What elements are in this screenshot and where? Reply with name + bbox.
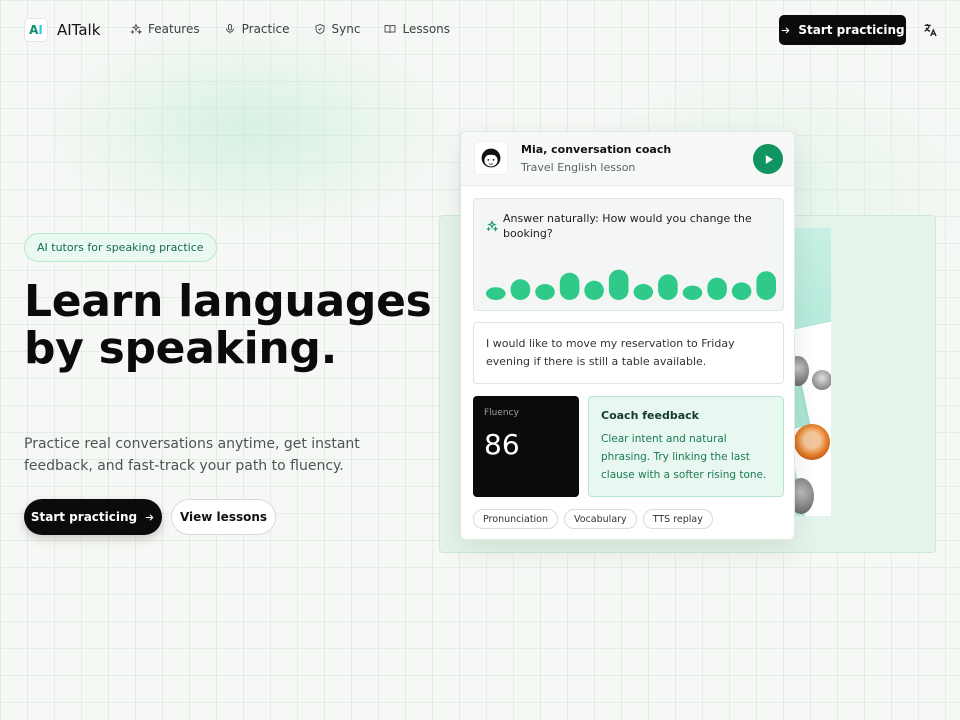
waveform-bar [633,284,654,300]
waveform-bar [510,279,531,300]
logo-letter-i: I [38,23,43,37]
header-start-button[interactable]: Start practicing [779,15,906,45]
waveform-bar [707,277,727,300]
start-practicing-button[interactable]: Start practicing [24,499,162,535]
sparkles-icon [486,220,498,232]
coach-portrait-icon [481,148,501,168]
shield-icon [315,23,325,35]
lesson-name: Travel English lesson [521,161,636,174]
nav-label-sync: Sync [331,22,361,36]
play-button[interactable] [753,144,783,174]
fluency-score-panel: Fluency 86 [473,396,579,497]
arrow-right-icon [145,513,154,521]
waveform-bar [608,269,629,300]
prompt-text: Answer naturally: How would you change t… [503,212,752,240]
view-lessons-label: View lessons [179,510,268,524]
reply-transcript: I would like to move my reservation to F… [473,322,784,384]
site-header: AI AITalk Features Practice Sync Lessons… [0,0,960,60]
waveform-bar [584,280,604,300]
hero-subtitle: Practice real conversations anytime, get… [24,436,360,474]
fluency-label: Fluency [484,408,519,418]
hero-badge: AI tutors for speaking practice [24,233,217,262]
coach-avatar [474,141,508,175]
waveform-bar [486,287,506,300]
waveform-bar [658,274,678,300]
character-portrait [794,424,830,460]
hero-title: Learn languages by speaking. [24,276,432,374]
arrow-right-icon [782,26,790,34]
feedback-title: Coach feedback [601,409,699,422]
nav-item-sync[interactable]: Sync [314,22,361,36]
logo-mark: AI [24,18,48,42]
coach-name: Mia, conversation coach [521,143,672,156]
header-start-label: Start practicing [798,23,905,37]
fluency-score: 86 [484,428,520,461]
sparkles-icon [130,23,142,35]
feedback-body: Clear intent and natural phrasing. Try l… [601,433,767,481]
nav-label-lessons: Lessons [402,22,451,36]
conversation-card: Mia, conversation coach Travel English l… [460,131,795,540]
view-lessons-button[interactable]: View lessons [171,499,276,535]
audio-waveform [486,269,776,300]
chip-vocabulary[interactable]: Vocabulary [564,509,637,529]
book-icon [384,25,396,34]
skill-chips: Pronunciation Vocabulary TTS replay [473,509,713,529]
card-header: Mia, conversation coach Travel English l… [461,132,794,186]
chip-tts-replay[interactable]: TTS replay [642,509,713,529]
main-nav: Features Practice Sync Lessons [130,22,450,36]
waveform-bar [682,285,703,300]
play-icon [765,154,773,164]
nav-label-practice: Practice [241,22,290,36]
character-portrait [812,370,831,390]
prompt-box: Answer naturally: How would you change t… [473,198,784,311]
nav-label-features: Features [148,22,200,36]
waveform-bar [535,284,555,300]
translate-icon[interactable] [922,22,938,38]
microphone-icon [225,24,234,34]
waveform-bar [559,272,580,300]
coach-feedback-panel: Coach feedback Clear intent and natural … [588,396,784,497]
waveform-bar [731,282,752,300]
waveform-bar [756,271,776,300]
brand-logo[interactable]: AI AITalk [24,18,100,42]
nav-item-lessons[interactable]: Lessons [384,22,450,36]
nav-item-features[interactable]: Features [130,22,200,36]
nav-item-practice[interactable]: Practice [224,22,290,36]
chip-pronunciation[interactable]: Pronunciation [473,509,559,529]
logo-letter: A [29,23,39,37]
brand-name: AITalk [57,21,101,39]
start-practicing-label: Start practicing [30,510,138,524]
